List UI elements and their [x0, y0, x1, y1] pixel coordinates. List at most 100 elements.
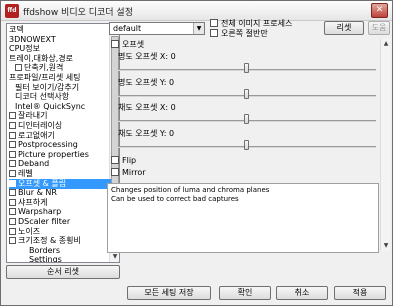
tree-item[interactable]: Warpsharp — [9, 207, 111, 217]
tree-item[interactable]: 로고없애기 — [9, 131, 111, 141]
tree-item-checkbox[interactable] — [9, 150, 16, 158]
luma-y-label: 명도 오프셋 Y: 0 — [118, 78, 175, 87]
tree-item-label: Warpsharp — [18, 207, 62, 217]
tree-item-label: 잘라내기 — [18, 111, 48, 121]
chroma-x-label: 채도 오프셋 X: 0 — [118, 103, 176, 112]
tree-item[interactable]: DScaler filter — [9, 217, 111, 227]
scroll-down-icon[interactable]: ▼ — [110, 252, 119, 262]
filter-tree[interactable]: ▲ ▼ 코덱3DNOWEXTCPU정보트레이,대화상,경로단축키,원격프로파일/… — [6, 23, 120, 263]
right-half-box[interactable] — [210, 29, 218, 37]
tree-item-checkbox[interactable] — [9, 179, 16, 187]
tree-item[interactable]: 디코더 선택사항 — [15, 92, 111, 102]
save-all-button[interactable]: 모든 세팅 저장 — [127, 286, 211, 300]
tree-item-label: 3DNOWEXT — [9, 34, 56, 44]
luma-x-label: 명도 오프셋 X: 0 — [118, 52, 176, 61]
tree-item-label: 디코더 선택사항 — [15, 92, 70, 102]
preset-combo-value: default — [113, 24, 142, 33]
page-scroll-down-icon[interactable]: ▼ — [381, 241, 391, 251]
tree-item[interactable]: Picture properties — [9, 150, 111, 160]
apply-button[interactable]: 적용 — [334, 286, 386, 300]
tree-item-checkbox[interactable] — [9, 160, 16, 168]
tree-item-label: 크기조정 & 종횡비 — [18, 236, 81, 246]
close-button[interactable]: ✕ — [371, 3, 388, 18]
tree-item[interactable]: Blur & NR — [9, 188, 111, 198]
whole-image-label: 전체 이미지 프로세스 — [221, 19, 293, 28]
tree-item[interactable]: Intel® QuickSync — [15, 102, 111, 112]
tree-item-checkbox[interactable] — [9, 208, 16, 216]
tree-item[interactable]: 샤프하게 — [9, 198, 111, 208]
tree-item[interactable]: Borders — [29, 246, 111, 256]
filter-description: Changes position of luma and chroma plan… — [107, 183, 379, 253]
tree-item-checkbox[interactable] — [9, 141, 16, 149]
tree-item[interactable]: Postprocessing — [9, 140, 111, 150]
tree-item-checkbox[interactable] — [9, 189, 16, 197]
tree-item-checkbox[interactable] — [9, 237, 16, 245]
tree-item-label: Settings — [29, 255, 62, 263]
tree-item-checkbox[interactable] — [9, 122, 16, 129]
description-line-1: Changes position of luma and chroma plan… — [111, 186, 270, 194]
chroma-y-thumb[interactable] — [244, 140, 249, 150]
tree-item-checkbox[interactable] — [9, 198, 16, 206]
tree-item[interactable]: Deband — [9, 159, 111, 169]
tree-item-label: 레벨 — [18, 169, 33, 178]
mirror-checkbox[interactable]: Mirror — [111, 168, 146, 178]
tree-item-label: 필터 보이기/감추기 — [15, 82, 80, 92]
tree-item[interactable]: CPU정보 — [9, 44, 111, 54]
description-line-2: Can be used to correct bad captures — [111, 195, 239, 203]
chroma-x-thumb[interactable] — [244, 114, 249, 124]
tree-item[interactable]: 프로파일/프리셋 세팅 — [9, 73, 111, 83]
tree-item-checkbox[interactable] — [9, 218, 16, 225]
ok-button[interactable]: 확인 — [219, 286, 271, 300]
tree-item[interactable]: 크기조정 & 종횡비 — [9, 236, 111, 246]
tree-item[interactable]: 단축키,원격 — [15, 63, 111, 73]
tree-item-label: 프로파일/프리셋 세팅 — [9, 73, 81, 82]
title-bar: ffd ffdshow 비디오 디코더 설정 ✕ — [1, 1, 392, 21]
tree-item-checkbox[interactable] — [9, 170, 16, 177]
cancel-button[interactable]: 취소 — [276, 286, 328, 300]
tree-item[interactable]: 잘라내기 — [9, 111, 111, 121]
tree-item-checkbox[interactable] — [15, 64, 22, 72]
reset-button[interactable]: 리셋 — [324, 21, 364, 35]
tree-item[interactable]: 레벨 — [9, 169, 111, 179]
tree-item-checkbox[interactable] — [9, 131, 16, 139]
flip-checkbox[interactable]: Flip — [111, 156, 136, 166]
flip-label: Flip — [122, 156, 137, 165]
flip-box[interactable] — [111, 156, 119, 164]
help-button[interactable]: 도움말 — [368, 21, 390, 35]
tree-item-label: Postprocessing — [18, 140, 78, 150]
luma-y-thumb[interactable] — [244, 89, 249, 99]
tree-item-label: 단축키,원격 — [24, 63, 64, 73]
page-scroll-up-icon[interactable]: ▲ — [381, 39, 391, 49]
tree-item[interactable]: 오프셋 & 플립 — [9, 178, 111, 189]
mirror-box[interactable] — [111, 168, 119, 176]
tree-item-label: 노이즈 — [18, 226, 41, 236]
chroma-y-label: 채도 오프셋 Y: 0 — [118, 129, 175, 138]
page-scrollbar[interactable]: ▲ ▼ — [380, 39, 390, 251]
right-half-checkbox[interactable]: 오른쪽 절반만 — [210, 29, 268, 39]
right-half-label: 오른쪽 절반만 — [221, 29, 268, 38]
luma-x-thumb[interactable] — [244, 63, 249, 73]
reset-order-button[interactable]: 순서 리셋 — [6, 265, 120, 279]
tree-item-label: Blur & NR — [18, 188, 57, 198]
tree-item-checkbox[interactable] — [9, 112, 16, 120]
app-icon: ffd — [5, 4, 19, 18]
tree-item-label: 오프셋 & 플립 — [18, 178, 67, 188]
offset-enable-box[interactable] — [111, 40, 119, 48]
tree-item-label: 로고없애기 — [18, 130, 55, 140]
settings-window: ffd ffdshow 비디오 디코더 설정 ✕ ▲ ▼ 코덱3DNOWEXTC… — [0, 0, 393, 306]
whole-image-checkbox[interactable]: 전체 이미지 프로세스 — [210, 19, 292, 29]
tree-item[interactable]: Settings — [29, 255, 111, 263]
tree-item[interactable]: 디인터레이싱 — [9, 121, 111, 131]
tree-item-label: CPU정보 — [9, 44, 40, 54]
tree-item-label: Borders — [29, 245, 60, 255]
tree-item[interactable]: 코덱 — [9, 25, 111, 35]
chevron-down-icon[interactable]: ▼ — [193, 23, 204, 34]
preset-combo[interactable]: default ▼ — [109, 22, 205, 35]
tree-item-label: 트레이,대화상,경로 — [9, 53, 73, 63]
tree-item-label: 샤프하게 — [18, 197, 48, 207]
offset-enable-checkbox[interactable]: 오프셋 — [111, 40, 144, 50]
tree-item-label: 디인터레이싱 — [18, 121, 63, 130]
whole-image-box[interactable] — [210, 19, 218, 27]
tree-item-label: Intel® QuickSync — [15, 101, 86, 111]
tree-item-checkbox[interactable] — [9, 227, 16, 235]
